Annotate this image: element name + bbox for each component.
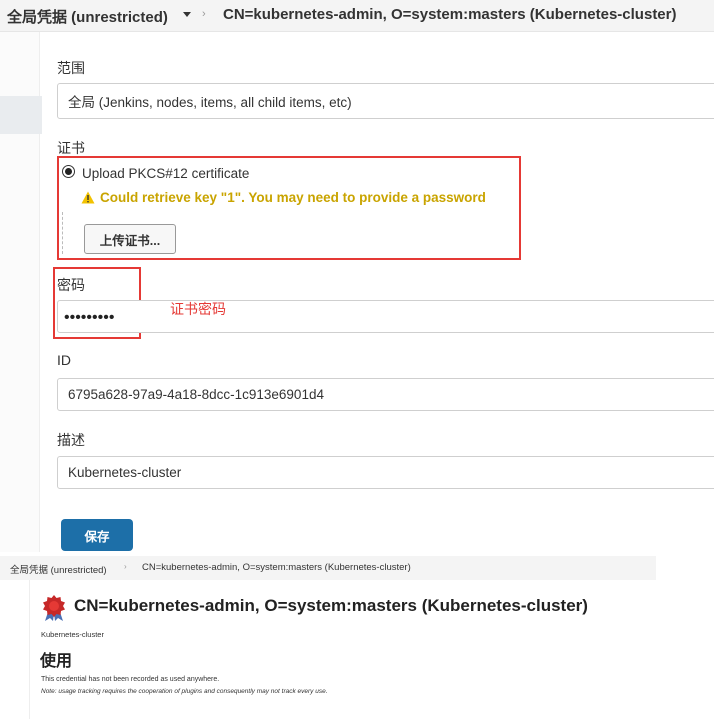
certificate-warning: Could retrieve key "1". You may need to … — [100, 190, 486, 205]
password-field[interactable] — [57, 300, 714, 333]
id-label: ID — [57, 352, 71, 368]
credential-title: CN=kubernetes-admin, O=system:masters (K… — [74, 596, 588, 615]
caret-down-icon[interactable] — [183, 12, 191, 17]
breadcrumb-store[interactable]: 全局凭据 (unrestricted) — [7, 6, 168, 27]
password-value: ••••••••• — [64, 309, 115, 326]
scope-select[interactable]: 全局 (Jenkins, nodes, items, all child ite… — [57, 83, 714, 119]
upload-certificate-button[interactable]: 上传证书... — [84, 224, 176, 254]
usage-heading: 使用 — [40, 653, 73, 670]
chevron-right-icon: › — [202, 8, 206, 20]
scope-label: 范围 — [57, 60, 85, 76]
password-label: 密码 — [57, 277, 85, 293]
upload-pkcs12-radio[interactable] — [62, 165, 75, 178]
scope-value: 全局 (Jenkins, nodes, items, all child ite… — [68, 95, 352, 110]
upload-indent-guide — [62, 212, 63, 254]
description-label: 描述 — [57, 432, 85, 448]
snapshot-breadcrumb-credential[interactable]: CN=kubernetes-admin, O=system:masters (K… — [142, 562, 411, 573]
id-value: 6795a628-97a9-4a18-8dcc-1c913e6901d4 — [68, 387, 324, 402]
id-field[interactable]: 6795a628-97a9-4a18-8dcc-1c913e6901d4 — [57, 378, 714, 411]
upload-pkcs12-label[interactable]: Upload PKCS#12 certificate — [82, 166, 249, 181]
breadcrumb-credential[interactable]: CN=kubernetes-admin, O=system:masters (K… — [223, 6, 677, 23]
breadcrumb: 全局凭据 (unrestricted) › CN=kubernetes-admi… — [0, 0, 714, 32]
password-annotation: 证书密码 — [170, 301, 226, 317]
sidebar-active-item[interactable] — [0, 96, 42, 134]
save-button[interactable]: 保存 — [61, 519, 133, 551]
snapshot-sidebar — [0, 580, 30, 719]
usage-text: This credential has not been recorded as… — [41, 676, 220, 683]
description-value: Kubernetes-cluster — [68, 465, 182, 480]
certificate-label: 证书 — [57, 140, 85, 156]
credential-description: Kubernetes-cluster — [41, 630, 104, 639]
certificate-seal-icon — [43, 595, 65, 621]
chevron-right-icon: › — [124, 562, 127, 571]
description-field[interactable]: Kubernetes-cluster — [57, 456, 714, 489]
warning-icon — [81, 191, 95, 204]
snapshot-breadcrumb-store[interactable]: 全局凭据 (unrestricted) — [10, 562, 107, 576]
usage-note: Note: usage tracking requires the cooper… — [41, 688, 328, 695]
snapshot-breadcrumb: 全局凭据 (unrestricted) › CN=kubernetes-admi… — [0, 556, 656, 580]
